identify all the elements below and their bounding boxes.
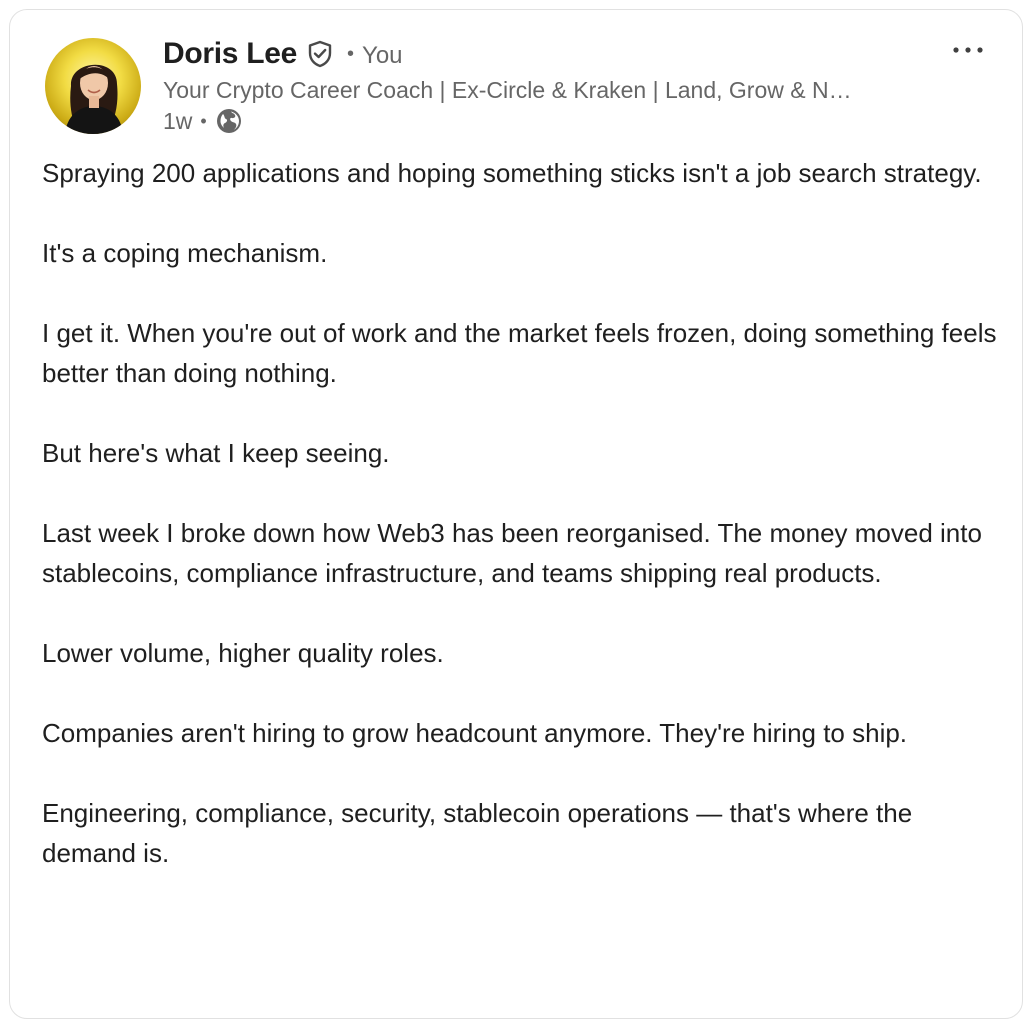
post-paragraph: Lower volume, higher quality roles. (42, 638, 444, 668)
avatar-photo (65, 64, 123, 134)
post-text: Spraying 200 applications and hoping som… (42, 153, 1002, 913)
post-time[interactable]: 1w (163, 108, 192, 135)
post-paragraph: But here's what I keep seeing. (42, 438, 390, 468)
author-headline[interactable]: Your Crypto Career Coach | Ex-Circle & K… (163, 74, 923, 106)
post-paragraph: It's a coping mechanism. (42, 238, 328, 268)
post-paragraph: Companies aren't hiring to grow headcoun… (42, 718, 908, 748)
separator-dot: • (200, 110, 207, 131)
globe-icon[interactable] (215, 107, 243, 135)
post-paragraph: I get it. When you're out of work and th… (42, 318, 997, 388)
ellipsis-icon (953, 47, 983, 53)
author-row: Doris Lee • You (163, 34, 403, 74)
post-paragraph: Spraying 200 applications and hoping som… (42, 158, 982, 188)
post-paragraph: Engineering, compliance, security, stabl… (42, 798, 913, 868)
separator-dot: • (347, 42, 355, 65)
avatar[interactable] (45, 38, 141, 134)
post-meta: 1w • (163, 105, 243, 137)
more-options-button[interactable] (946, 34, 990, 66)
shield-check-icon[interactable] (305, 39, 335, 69)
relation-label: You (362, 42, 403, 69)
author-name[interactable]: Doris Lee (163, 37, 297, 71)
post-paragraph: Last week I broke down how Web3 has been… (42, 518, 982, 588)
